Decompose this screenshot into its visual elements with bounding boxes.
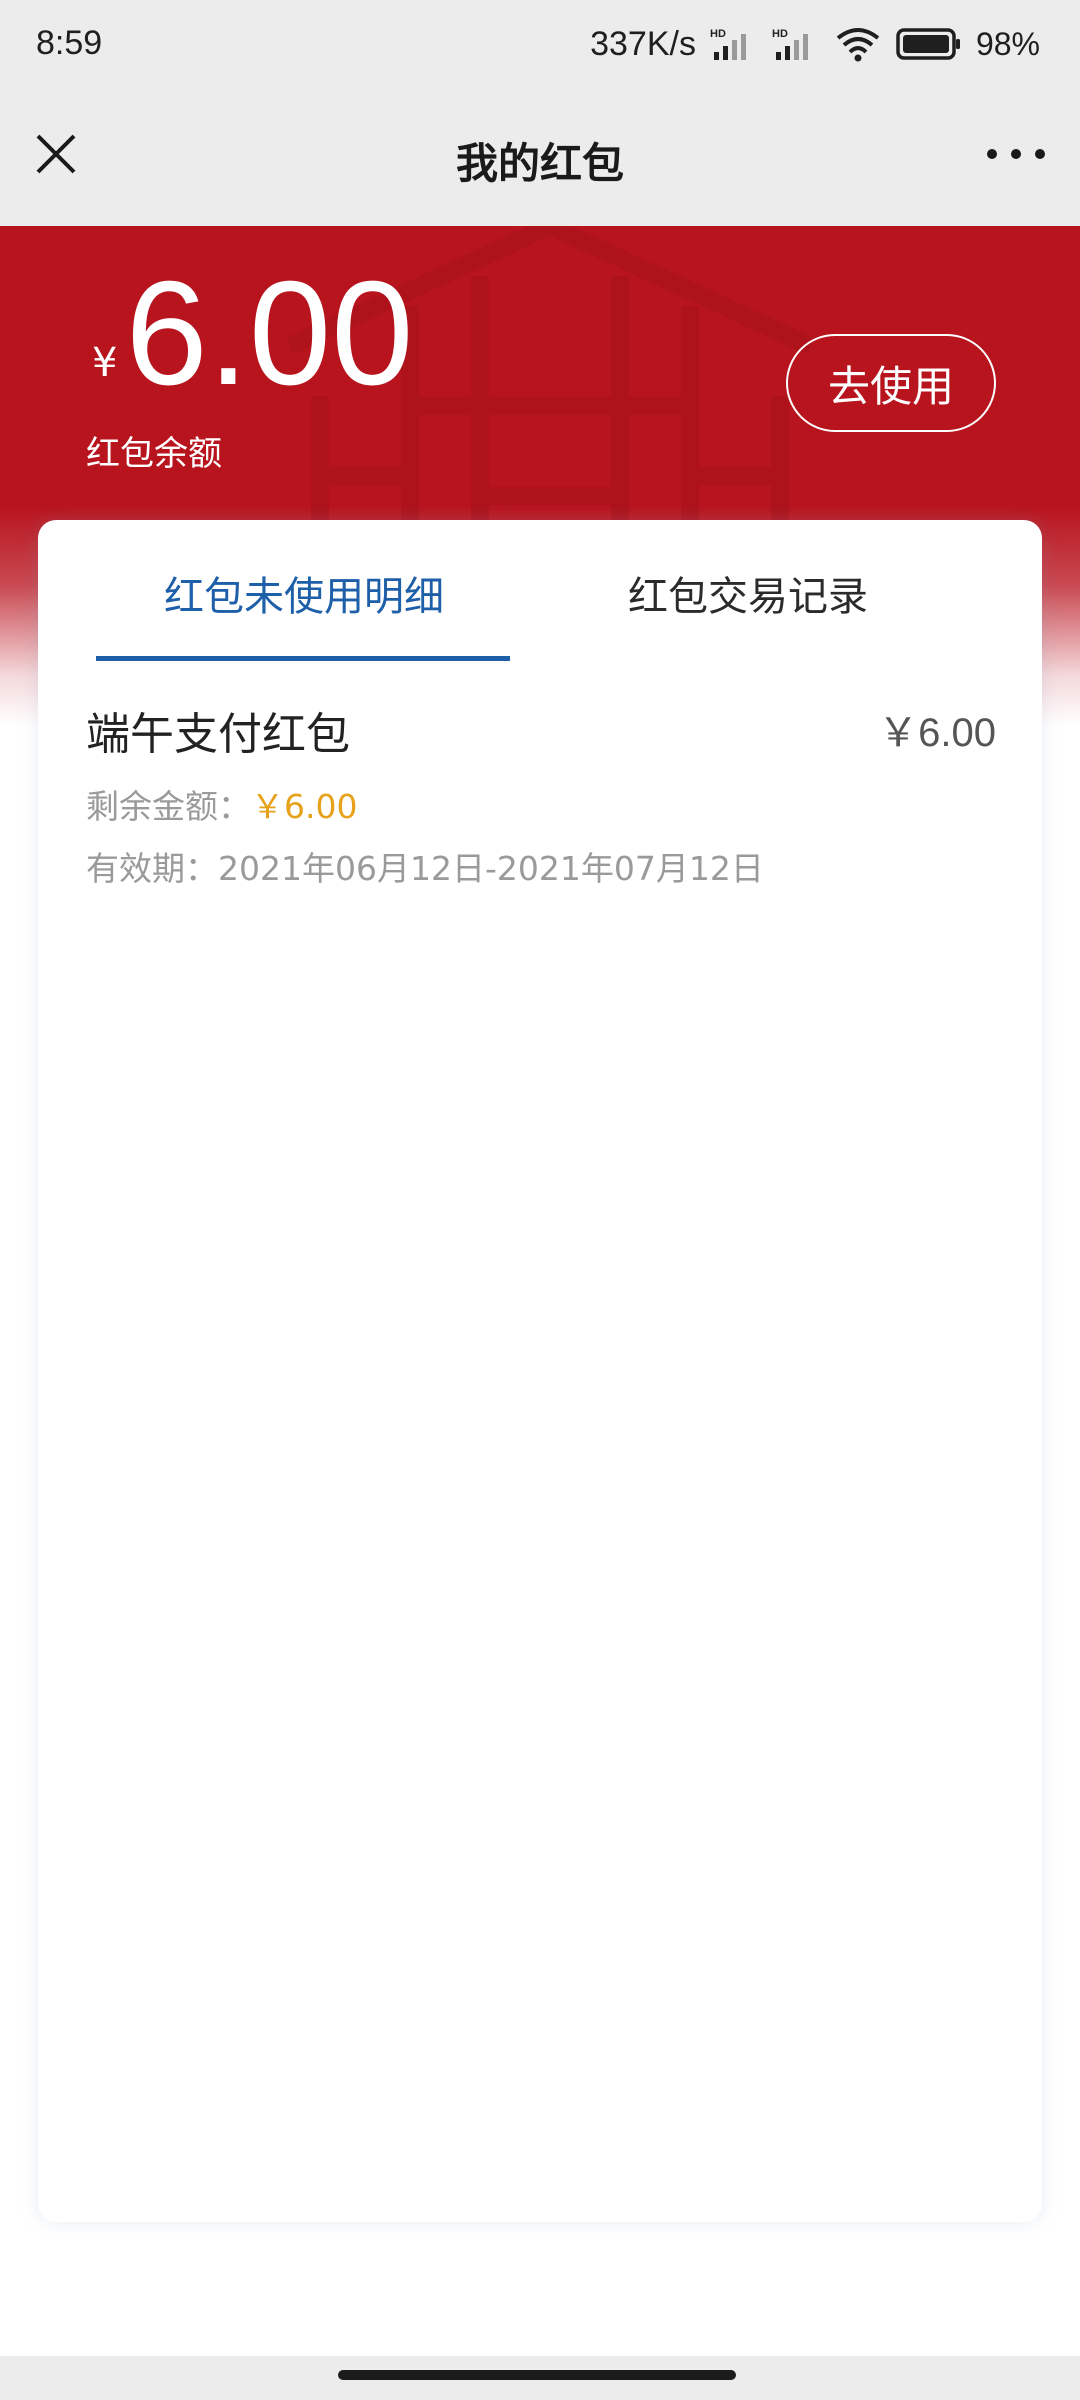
remaining-value: ￥6.00 (251, 787, 358, 826)
more-icon[interactable] (980, 126, 1052, 182)
network-speed: 337K/s (590, 24, 696, 63)
item-amount: ￥6.00 (878, 711, 996, 755)
balance-currency: ¥ (92, 340, 118, 386)
tab-transaction-records[interactable]: 红包交易记录 (628, 564, 868, 622)
item-validity: 有效期：2021年06月12日-2021年07月12日 (86, 849, 764, 888)
remaining-label: 剩余金额： (86, 787, 251, 826)
page-title: 我的红包 (455, 139, 624, 188)
wifi-icon (836, 28, 880, 62)
balance: ¥ 6.00 (92, 260, 414, 408)
red-packet-card: 红包未使用明细 红包交易记录 端午支付红包 ￥6.00 剩余金额：￥6.00 有… (38, 520, 1042, 2222)
active-tab-indicator (96, 656, 510, 661)
balance-label: 红包余额 (86, 434, 222, 474)
status-icons: 337K/s HD HD 98% (590, 20, 1040, 68)
battery-percent: 98% (975, 25, 1040, 62)
item-title: 端午支付红包 (86, 709, 350, 760)
svg-text:HD: HD (710, 28, 726, 40)
nav-bar: 我的红包 (0, 88, 1080, 226)
battery-icon (896, 28, 960, 60)
tab-unused-details[interactable]: 红包未使用明细 (164, 564, 444, 622)
signal-hd-icon: HD (710, 28, 746, 60)
use-button[interactable]: 去使用 (786, 334, 996, 432)
signal-hd-icon-2: HD (772, 28, 808, 60)
gesture-bar (0, 2356, 1080, 2400)
tab-bar: 红包未使用明细 红包交易记录 (38, 520, 1042, 661)
list-item[interactable]: 端午支付红包 ￥6.00 剩余金额：￥6.00 有效期：2021年06月12日-… (86, 698, 996, 890)
status-bar: 8:59 337K/s HD HD 98% (0, 0, 1080, 88)
item-remaining: 剩余金额：￥6.00 (86, 780, 996, 828)
home-indicator[interactable] (338, 2370, 736, 2380)
status-time: 8:59 (36, 24, 103, 62)
balance-amount: 6.00 (125, 251, 414, 416)
svg-text:HD: HD (772, 28, 788, 40)
